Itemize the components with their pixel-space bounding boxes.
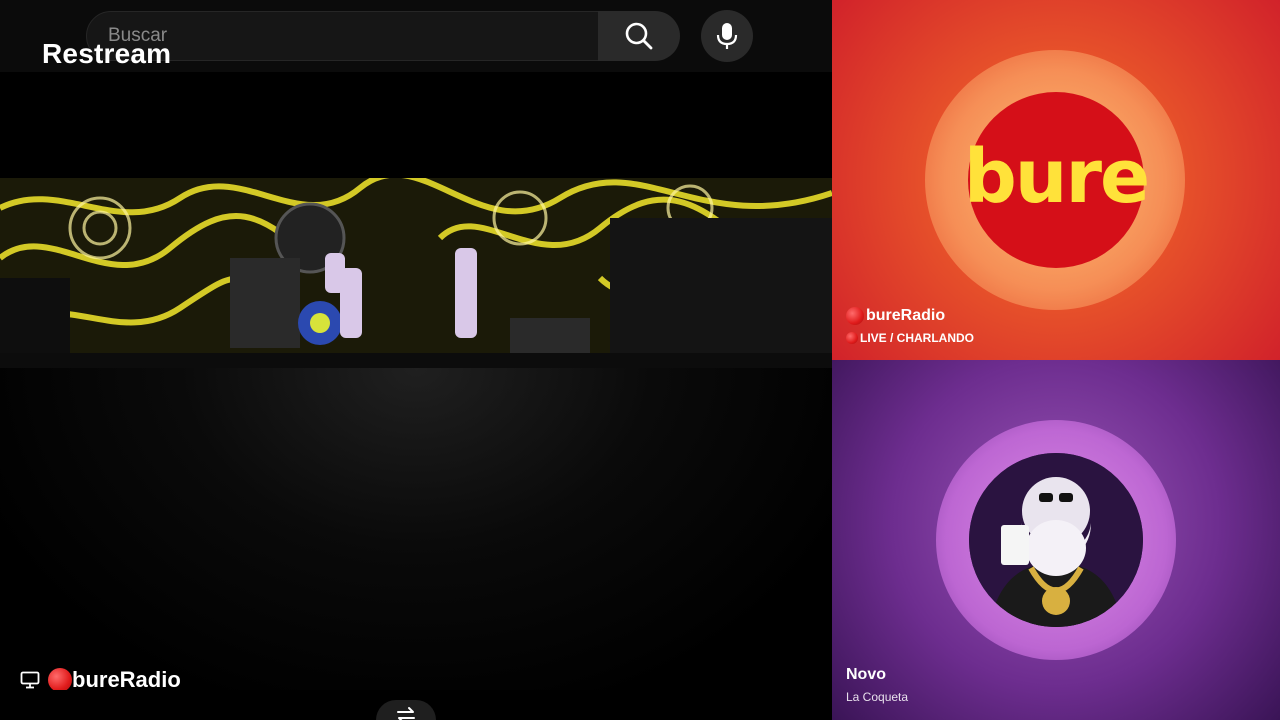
main-video	[0, 178, 832, 690]
restream-watermark: Restream	[42, 38, 172, 69]
bure-logo-text: bure	[963, 134, 1150, 220]
monitor-icon	[20, 671, 40, 689]
red-dot-icon	[846, 307, 864, 325]
main-stage: Buscar Restream bureRadio	[0, 0, 832, 720]
tile-name-text: Novo	[846, 666, 886, 683]
red-dot-icon	[846, 332, 858, 344]
tile-subtitle-text: La Coqueta	[846, 690, 909, 704]
voice-search-button[interactable]	[701, 10, 753, 62]
red-dot-icon	[48, 668, 72, 692]
swap-layout-button[interactable]	[376, 700, 436, 720]
swap-icon	[397, 707, 415, 720]
search-button[interactable]	[598, 11, 680, 61]
participant-tile-novo[interactable]: Novo La Coqueta	[832, 360, 1280, 720]
search-icon	[625, 22, 653, 50]
avatar	[969, 453, 1143, 627]
tile-subtitle: LIVE / CHARLANDO	[846, 331, 974, 345]
concert-stage-visual	[0, 178, 832, 378]
tile-name-text: bureRadio	[866, 307, 946, 324]
tile-name: bureRadio	[846, 307, 945, 325]
crowd-silhouette	[0, 368, 832, 690]
participant-tile-bureradio[interactable]: bure bureRadio LIVE / CHARLANDO	[832, 0, 1280, 360]
avatar-image	[969, 453, 1143, 627]
microphone-icon	[716, 23, 738, 49]
bure-logo: bure	[964, 92, 1150, 268]
tile-subtitle-text: LIVE / CHARLANDO	[860, 331, 974, 345]
